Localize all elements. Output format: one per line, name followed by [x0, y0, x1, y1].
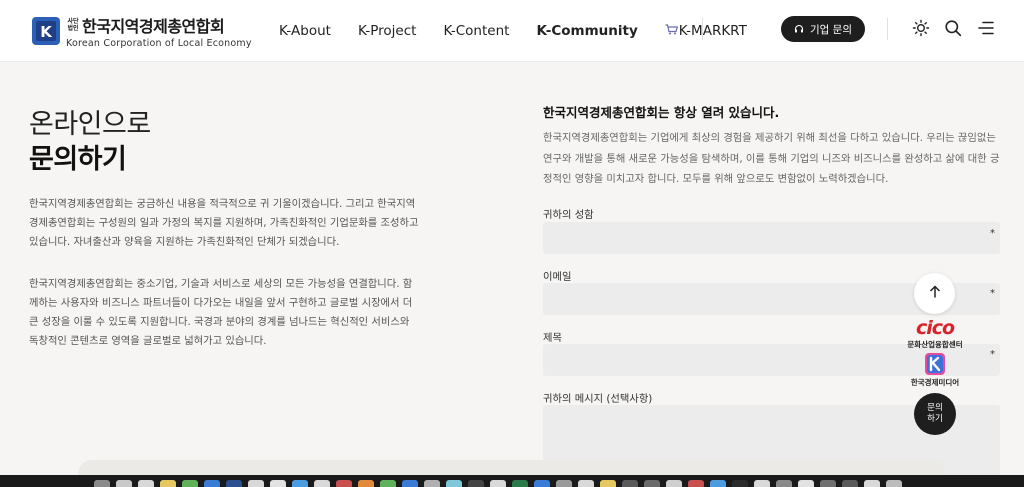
- dock-app-icon[interactable]: [512, 480, 528, 487]
- arrow-up-icon: [928, 284, 942, 303]
- name-required-mark: *: [990, 228, 995, 239]
- dock-app-icon[interactable]: [358, 480, 374, 487]
- dock-app-icon[interactable]: [798, 480, 814, 487]
- logo-small-line2: 법인: [67, 25, 79, 32]
- dock-app-icon[interactable]: [644, 480, 660, 487]
- dock-app-icon[interactable]: [94, 480, 110, 487]
- headset-icon: [794, 24, 804, 34]
- logo-mark-letter: K: [40, 23, 53, 41]
- email-required-mark: *: [990, 288, 995, 299]
- dock: [94, 480, 908, 487]
- search-icon[interactable]: [944, 19, 962, 37]
- dock-app-icon[interactable]: [270, 480, 286, 487]
- nav-market-label: K-MARKRT: [678, 23, 747, 39]
- floating-inquiry-line2: 하기: [927, 414, 943, 424]
- cico-logo: cico: [915, 317, 955, 339]
- kem-logo-icon: [924, 352, 946, 376]
- dock-app-icon[interactable]: [754, 480, 770, 487]
- page-title-line1: 온라인으로: [29, 109, 151, 140]
- cico-link[interactable]: cico 문화산업융합센터: [905, 318, 965, 350]
- floating-inquiry-button[interactable]: 문의 하기: [914, 393, 956, 435]
- dock-app-icon[interactable]: [402, 480, 418, 487]
- nav-item-content[interactable]: K-Content: [443, 23, 509, 39]
- dock-app-icon[interactable]: [424, 480, 440, 487]
- dock-app-icon[interactable]: [226, 480, 242, 487]
- dock-app-icon[interactable]: [490, 480, 506, 487]
- cart-icon: [665, 23, 678, 39]
- dock-app-icon[interactable]: [336, 480, 352, 487]
- dock-app-icon[interactable]: [292, 480, 308, 487]
- dock-app-icon[interactable]: [204, 480, 220, 487]
- nav-item-about[interactable]: K-About: [279, 23, 331, 39]
- dock-app-icon[interactable]: [314, 480, 330, 487]
- dock-app-icon[interactable]: [622, 480, 638, 487]
- inquiry-button[interactable]: 기업 문의: [781, 16, 865, 42]
- kem-label: 한국경제미디어: [910, 378, 960, 387]
- email-field-label: 이메일: [543, 271, 572, 283]
- dock-app-icon[interactable]: [446, 480, 462, 487]
- dock-app-icon[interactable]: [138, 480, 154, 487]
- dock-app-icon[interactable]: [842, 480, 858, 487]
- header-divider: [887, 18, 888, 40]
- main-nav: K-About K-Project K-Content K-Community …: [279, 0, 774, 62]
- dock-app-icon[interactable]: [578, 480, 594, 487]
- nav-item-community[interactable]: K-Community: [536, 23, 637, 39]
- logo-name-en: Korean Corporation of Local Economy: [66, 38, 252, 49]
- floating-inquiry-line1: 문의: [927, 403, 943, 413]
- dock-app-icon[interactable]: [468, 480, 484, 487]
- dock-app-icon[interactable]: [248, 480, 264, 487]
- dock-app-icon[interactable]: [732, 480, 748, 487]
- logo-name-ko: 한국지역경제총연합회: [82, 17, 225, 36]
- dock-app-icon[interactable]: [182, 480, 198, 487]
- logo-small-line1: 사단: [67, 18, 79, 25]
- dock-app-icon[interactable]: [160, 480, 176, 487]
- nav-divider: [702, 18, 703, 40]
- dock-app-icon[interactable]: [886, 480, 902, 487]
- dock-app-icon[interactable]: [666, 480, 682, 487]
- site-header: K 사단 법인 한국지역경제총연합회 Korean Corporation of…: [0, 0, 1024, 62]
- intro-paragraph-1: 한국지역경제총연합회는 궁금하신 내용을 적극적으로 귀 기울이겠습니다. 그리…: [29, 198, 419, 248]
- contact-description: 한국지역경제총연합회는 기업에게 최상의 경험을 제공하기 위해 최선을 다하고…: [543, 132, 1000, 185]
- dock-app-icon[interactable]: [688, 480, 704, 487]
- dock-app-icon[interactable]: [116, 480, 132, 487]
- name-field-label: 귀하의 성함: [543, 209, 594, 221]
- dock-app-icon[interactable]: [710, 480, 726, 487]
- dock-app-icon[interactable]: [600, 480, 616, 487]
- message-field-label: 귀하의 메시지 (선택사항): [543, 393, 653, 405]
- scroll-top-button[interactable]: [914, 273, 955, 314]
- name-field[interactable]: [543, 222, 1000, 254]
- cico-label: 문화산업융합센터: [907, 340, 963, 349]
- contact-heading: 한국지역경제총연합회는 항상 열려 있습니다.: [543, 105, 780, 120]
- nav-item-project[interactable]: K-Project: [358, 23, 417, 39]
- menu-icon[interactable]: [977, 19, 995, 37]
- kem-link[interactable]: 한국경제미디어: [903, 352, 967, 388]
- subject-required-mark: *: [990, 349, 995, 360]
- dock-app-icon[interactable]: [556, 480, 572, 487]
- subject-field-label: 제목: [543, 332, 562, 344]
- page-title-line2: 문의하기: [29, 144, 127, 175]
- dock-app-icon[interactable]: [380, 480, 396, 487]
- sun-icon[interactable]: [912, 19, 930, 37]
- nav-item-market[interactable]: K-MARKRT: [665, 23, 747, 39]
- site-logo[interactable]: K 사단 법인 한국지역경제총연합회 Korean Corporation of…: [32, 13, 252, 49]
- inquiry-button-label: 기업 문의: [810, 23, 852, 36]
- dock-app-icon[interactable]: [820, 480, 836, 487]
- dock-app-icon[interactable]: [776, 480, 792, 487]
- intro-paragraph-2: 한국지역경제총연합회는 중소기업, 기술과 서비스로 세상의 모든 가능성을 연…: [29, 278, 413, 347]
- logo-mark-icon: K: [32, 17, 60, 45]
- dock-app-icon[interactable]: [534, 480, 550, 487]
- dock-app-icon[interactable]: [864, 480, 880, 487]
